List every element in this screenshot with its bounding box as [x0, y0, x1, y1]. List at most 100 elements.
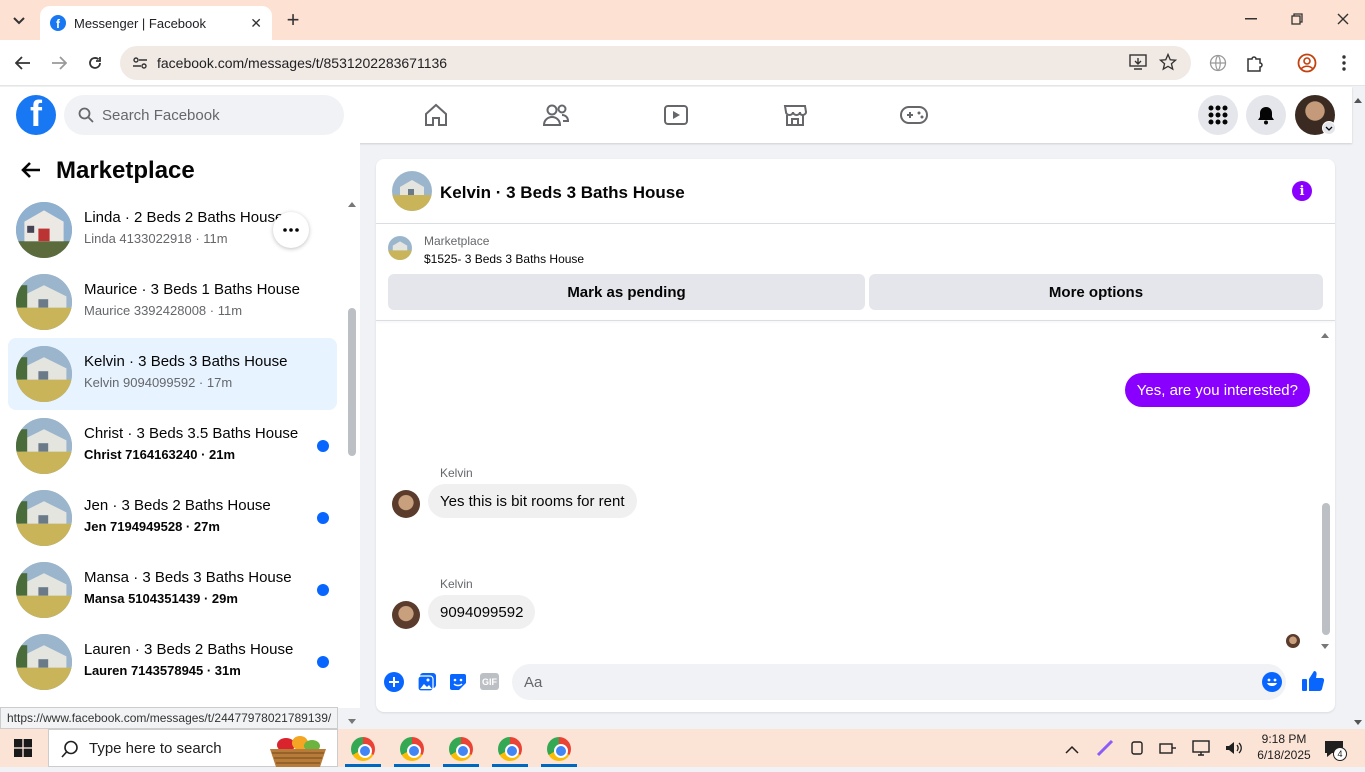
conversation-preview: Linda 4133022918 · 11m: [84, 231, 228, 246]
sticker-icon[interactable]: [448, 672, 468, 697]
pen-icon[interactable]: [1096, 739, 1114, 762]
profile-icon[interactable]: [1296, 52, 1318, 74]
network-icon[interactable]: [1192, 739, 1210, 762]
show-hidden-icons-chevron-icon[interactable]: [1065, 741, 1079, 759]
conversation-item[interactable]: Jen · 3 Beds 2 Baths House Jen 7194949528…: [8, 482, 337, 554]
video-nav-icon[interactable]: [656, 97, 696, 133]
taskbar-chrome-icon[interactable]: [498, 737, 522, 761]
bookmark-star-icon[interactable]: [1158, 52, 1178, 74]
chrome-menu-icon[interactable]: [1333, 52, 1355, 74]
conversation-preview: Christ 7164163240 · 21m: [84, 447, 236, 462]
messages-scroll-up-icon[interactable]: [1320, 326, 1330, 344]
unread-dot: [317, 512, 329, 524]
listing-thumbnail: [16, 202, 72, 258]
conversation-more-button[interactable]: [273, 212, 309, 248]
gif-icon[interactable]: GIF: [480, 673, 499, 690]
install-app-icon[interactable]: [1129, 54, 1147, 73]
back-icon[interactable]: [12, 52, 34, 74]
conversation-preview: Mansa 5104351439 · 29m: [84, 591, 238, 606]
conversation-item[interactable]: Mansa · 3 Beds 3 Baths House Mansa 510435…: [8, 554, 337, 626]
scroll-up-arrow-icon[interactable]: [347, 195, 357, 213]
facebook-logo[interactable]: f: [16, 95, 56, 135]
conversation-info-icon[interactable]: i: [1292, 181, 1312, 201]
messages-scroll-down-icon[interactable]: [1320, 638, 1330, 656]
browser-tab-bar: f Messenger | Facebook ✕ +: [0, 0, 1365, 40]
conversation-name: Linda · 2 Beds 2 Baths House: [84, 209, 284, 226]
device-status-icon[interactable]: [1159, 739, 1177, 762]
gaming-nav-icon[interactable]: [894, 97, 934, 133]
clock-time[interactable]: 9:18 PM: [1258, 732, 1310, 746]
site-settings-icon[interactable]: [132, 55, 148, 74]
address-bar[interactable]: facebook.com/messages/t/8531202283671136: [120, 46, 1191, 80]
attach-photo-icon[interactable]: [417, 672, 437, 697]
listing-title[interactable]: $1525- 3 Beds 3 Baths House: [424, 252, 584, 266]
chat-title[interactable]: Kelvin · 3 Beds 3 Baths House: [440, 183, 685, 203]
restore-icon[interactable]: [1286, 8, 1308, 30]
conversation-name: Jen · 3 Beds 2 Baths House: [84, 497, 271, 514]
seen-receipt-avatar: [1286, 634, 1300, 648]
conversation-list-scrollbar[interactable]: [348, 308, 356, 456]
reload-icon[interactable]: [84, 52, 106, 74]
translate-globe-icon[interactable]: [1207, 52, 1229, 74]
facebook-search-input[interactable]: Search Facebook: [64, 95, 344, 135]
more-actions-plus-icon[interactable]: [384, 672, 404, 697]
conversation-item[interactable]: Maurice · 3 Beds 1 Baths House Maurice 33…: [8, 266, 337, 338]
tab-search-chevron-icon[interactable]: [8, 10, 30, 32]
message-sender-name: Kelvin: [440, 577, 473, 591]
header-divider: [376, 223, 1335, 224]
conversation-item[interactable]: Kelvin · 3 Beds 3 Baths House Kelvin 9094…: [8, 338, 337, 410]
listing-thumbnail: [16, 562, 72, 618]
unread-dot: [317, 656, 329, 668]
grid-icon: [1208, 105, 1228, 125]
friends-nav-icon[interactable]: [536, 97, 576, 133]
new-tab-icon[interactable]: +: [282, 7, 304, 32]
notifications-button[interactable]: [1246, 95, 1286, 135]
close-window-icon[interactable]: [1332, 8, 1354, 30]
chat-panel: Kelvin · 3 Beds 3 Baths House i Marketpl…: [376, 159, 1335, 712]
listing-thumbnail[interactable]: [388, 236, 412, 260]
sender-avatar[interactable]: [392, 601, 420, 629]
conversation-preview: Maurice 3392428008 · 11m: [84, 303, 243, 318]
listing-thumbnail: [16, 346, 72, 402]
listing-source: Marketplace: [424, 234, 490, 248]
facebook-header: f Search Facebook: [0, 87, 1352, 143]
forward-icon[interactable]: [48, 52, 70, 74]
conversation-item[interactable]: Christ · 3 Beds 3.5 Baths House Christ 71…: [8, 410, 337, 482]
menu-grid-button[interactable]: [1198, 95, 1238, 135]
taskbar-chrome-icon[interactable]: [547, 737, 571, 761]
taskbar-chrome-icon[interactable]: [449, 737, 473, 761]
messages-scrollbar[interactable]: [1322, 503, 1330, 635]
message-sender-name: Kelvin: [440, 466, 473, 480]
emoji-icon[interactable]: [1262, 672, 1282, 697]
conversation-name: Kelvin · 3 Beds 3 Baths House: [84, 353, 288, 370]
taskbar-chrome-icon[interactable]: [400, 737, 424, 761]
sender-avatar[interactable]: [392, 490, 420, 518]
message-bubble-incoming: Yes this is bit rooms for rent: [428, 484, 637, 518]
back-arrow-icon[interactable]: [20, 161, 42, 184]
minimize-icon[interactable]: [1240, 8, 1262, 30]
tab-close-icon[interactable]: ✕: [250, 15, 262, 32]
mark-as-pending-button[interactable]: Mark as pending: [388, 274, 865, 310]
facebook-favicon-icon: f: [50, 15, 66, 31]
taskbar-chrome-icon[interactable]: [351, 737, 375, 761]
account-chevron-icon[interactable]: [1322, 121, 1336, 135]
meet-now-icon[interactable]: [1129, 739, 1145, 762]
page-scroll-up-icon[interactable]: [1353, 91, 1363, 109]
fruit-basket-widget-icon[interactable]: [256, 731, 336, 767]
taskbar-search-icon: [61, 740, 78, 758]
chat-listing-avatar[interactable]: [392, 171, 432, 211]
home-nav-icon[interactable]: [416, 97, 456, 133]
conversation-item[interactable]: Lauren · 3 Beds 2 Baths House Lauren 7143…: [8, 626, 337, 698]
listing-thumbnail: [16, 490, 72, 546]
marketplace-conversations-panel: Marketplace Linda · 2 Beds 2 Baths House…: [0, 143, 360, 724]
message-input[interactable]: Aa: [512, 664, 1286, 700]
url-text: facebook.com/messages/t/8531202283671136: [157, 55, 448, 71]
more-options-button[interactable]: More options: [869, 274, 1323, 310]
clock-date[interactable]: 6/18/2025: [1256, 748, 1312, 762]
like-thumbs-up-icon[interactable]: [1301, 670, 1325, 697]
extensions-puzzle-icon[interactable]: [1244, 52, 1266, 74]
browser-tab-messenger[interactable]: f Messenger | Facebook ✕: [40, 6, 272, 40]
marketplace-nav-icon[interactable]: [775, 97, 815, 133]
volume-icon[interactable]: [1224, 739, 1242, 762]
windows-start-icon[interactable]: [14, 739, 32, 762]
